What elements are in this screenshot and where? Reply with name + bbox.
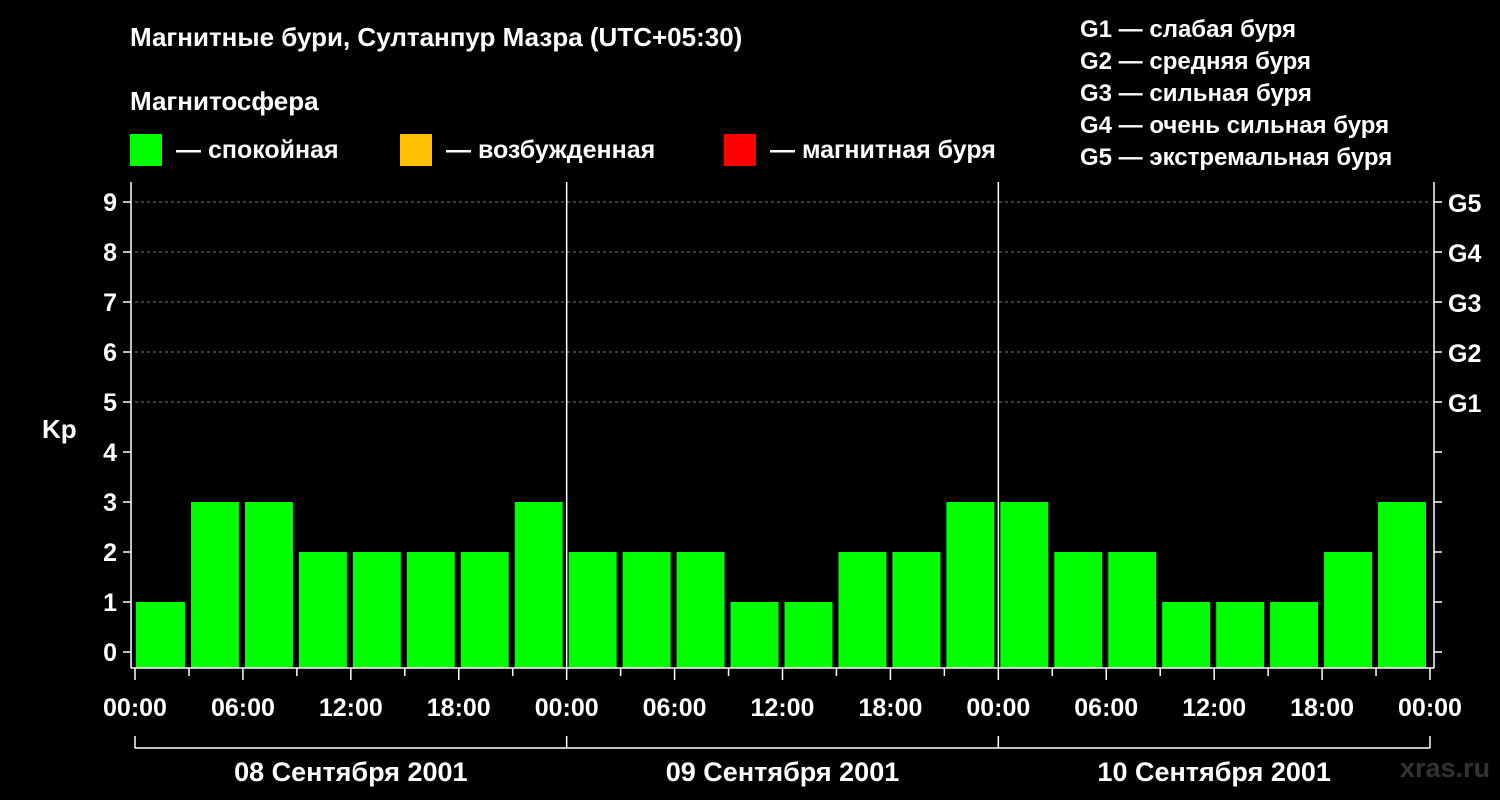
y-tick-label: 0 (103, 639, 117, 667)
x-tick-label: 00:00 (1398, 694, 1462, 722)
g-level-label: G4 (1448, 240, 1481, 268)
x-tick-label: 06:00 (643, 694, 707, 722)
kp-bar (406, 552, 455, 668)
x-tick-label: 12:00 (1182, 694, 1246, 722)
x-tick-label: 00:00 (966, 694, 1030, 722)
x-tick-label: 18:00 (858, 694, 922, 722)
x-tick-label: 12:00 (319, 694, 383, 722)
kp-bar (676, 552, 725, 668)
x-tick-label: 00:00 (103, 694, 167, 722)
kp-bar (946, 502, 995, 668)
g-level-label: G3 (1448, 290, 1481, 318)
watermark: xras.ru (1400, 753, 1491, 783)
y-axis-label: Kp (42, 414, 77, 444)
kp-bar (190, 502, 239, 668)
kp-bar (514, 502, 563, 668)
kp-bar (460, 552, 509, 668)
kp-bar (298, 552, 347, 668)
day-label: 08 Сентября 2001 (234, 757, 467, 787)
kp-bar (622, 552, 671, 668)
kp-bar (1270, 602, 1319, 668)
x-tick-label: 18:00 (427, 694, 491, 722)
x-tick-label: 06:00 (211, 694, 275, 722)
kp-bar (1324, 552, 1373, 668)
kp-bar (136, 602, 185, 668)
kp-bar (838, 552, 887, 668)
y-tick-label: 4 (103, 439, 117, 467)
kp-bar (730, 602, 779, 668)
y-tick-label: 1 (103, 589, 117, 617)
g-level-label: G1 (1448, 390, 1481, 418)
kp-chart: 0 1 2 3 4 5 6 7 8 9 G1 G2 G3 G4 G5 Kp 00:00 06:00 12:00 18:… (42, 182, 1481, 787)
x-tick-label: 00:00 (535, 694, 599, 722)
kp-bar (568, 552, 617, 668)
y-tick-label: 7 (103, 289, 117, 317)
y-tick-label: 3 (103, 489, 117, 517)
kp-bar (352, 552, 401, 668)
kp-bar (1378, 502, 1426, 668)
y-tick-label: 5 (103, 389, 117, 417)
kp-bar (1108, 552, 1157, 668)
kp-bar (784, 602, 833, 668)
x-tick-label: 18:00 (1290, 694, 1354, 722)
day-label: 10 Сентября 2001 (1097, 757, 1330, 787)
g-level-label: G2 (1448, 340, 1481, 368)
kp-bar (892, 552, 941, 668)
g-level-label: G5 (1448, 190, 1481, 218)
x-tick-label: 12:00 (751, 694, 815, 722)
y-tick-label: 8 (103, 239, 117, 267)
kp-bar (1216, 602, 1265, 668)
kp-bar (1054, 552, 1103, 668)
kp-bar (1162, 602, 1211, 668)
day-label: 09 Сентября 2001 (666, 757, 899, 787)
kp-bar (244, 502, 293, 668)
x-tick-label: 06:00 (1074, 694, 1138, 722)
y-tick-label: 9 (103, 189, 117, 217)
y-tick-label: 2 (103, 539, 117, 567)
kp-bar (1000, 502, 1049, 668)
y-tick-label: 6 (103, 339, 117, 367)
